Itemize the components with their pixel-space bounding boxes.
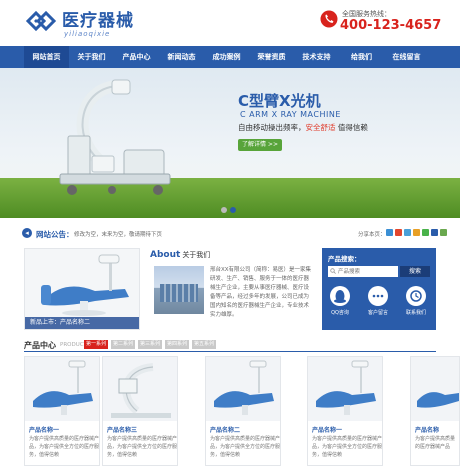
product-desc: 为客户提供高质量的医疗器械产品	[415, 436, 456, 450]
about-title[interactable]: About 关于我们	[150, 250, 210, 260]
product-card[interactable]: 产品名称一 为客户提供高质量的医疗器械产品，为客户提供全方位的医疗服务，值得信赖	[307, 356, 383, 466]
product-image[interactable]	[25, 357, 99, 421]
banner-slogan-part3: 值得信赖	[337, 123, 368, 132]
product-desc: 为客户提供高质量的医疗器械产品，为客户提供全方位的医疗服务，值得信赖	[107, 436, 178, 458]
product-image[interactable]	[308, 357, 382, 421]
featured-caption[interactable]: 新品上市：产品名称二	[25, 317, 139, 329]
nav-item-products[interactable]: 产品中心	[114, 46, 159, 68]
nav-item-support[interactable]: 技术支持	[294, 46, 339, 68]
product-desc: 为客户提供高质量的医疗器械产品，为客户提供全方位的医疗服务，值得信赖	[210, 436, 281, 458]
notice-icon: ◂	[22, 228, 32, 238]
product-name[interactable]: 产品名称	[415, 425, 439, 434]
product-name[interactable]: 产品名称一	[29, 425, 59, 434]
product-name[interactable]: 产品名称一	[312, 425, 342, 434]
share-icons	[386, 229, 447, 236]
about-title-cn: 关于我们	[182, 251, 211, 259]
banner-slogan-part2: 安全舒适	[305, 123, 336, 132]
share-douban-icon[interactable]	[431, 229, 438, 236]
tab-series-3[interactable]: 第三系列	[138, 340, 162, 349]
share-wechat-icon[interactable]	[422, 229, 429, 236]
banner-title: C型臂X光机	[238, 92, 321, 110]
slider-dot-2[interactable]	[230, 207, 236, 213]
service-message[interactable]: 客户留言	[366, 286, 390, 316]
products-divider	[24, 351, 436, 352]
service-contact-label: 联系我们	[405, 310, 426, 316]
dental-chair-image	[41, 254, 129, 316]
share-tencent-icon[interactable]	[404, 229, 411, 236]
nav-item-news[interactable]: 新闻动态	[159, 46, 204, 68]
banner-more-button[interactable]: 了解详情 >>	[238, 139, 282, 151]
logo-subtitle: yiliaoqixie	[64, 30, 111, 38]
share-qzone-icon[interactable]	[386, 229, 393, 236]
qq-icon	[330, 286, 350, 306]
product-image[interactable]	[103, 357, 177, 421]
nav-item-honors[interactable]: 荣誉资质	[249, 46, 294, 68]
nav-item-message[interactable]: 在线留言	[384, 46, 429, 68]
notice-text[interactable]: 修改为空，末来为空，敬请期待下页	[74, 230, 162, 238]
products-tabs: 第一系列 第二系列 第三系列 第四系列 第五系列	[84, 340, 216, 349]
banner-slogan-part1: 自由移动操出频率，	[238, 123, 306, 132]
search-title: 产品搜索：	[328, 255, 361, 263]
about-section: About 关于我们 邢台XX有限公司（简称：易医）是一家集研发、生产、销售、服务…	[150, 248, 314, 330]
logo-title[interactable]: 医疗器械	[62, 6, 134, 31]
product-card[interactable]: 产品名称一 为客户提供高质量的医疗器械产品，为客户提供全方位的医疗服务，值得信赖	[24, 356, 100, 466]
banner-subtitle: C ARM X RAY MACHINE	[240, 110, 341, 119]
tab-series-1[interactable]: 第一系列	[84, 340, 108, 349]
notice-bar: ◂ 网站公告： 修改为空，末来为空，敬请期待下页 分享本页：	[22, 226, 447, 242]
share-weibo-icon[interactable]	[395, 229, 402, 236]
search-panel: 产品搜索： 搜索 QQ咨询 客户留言 联系我们	[322, 248, 436, 330]
message-icon	[368, 286, 388, 306]
products-title[interactable]: 产品中心	[24, 340, 56, 351]
logo-icon[interactable]	[24, 6, 58, 36]
product-image[interactable]	[206, 357, 280, 421]
nav-item-contact[interactable]: 给我们	[339, 46, 384, 68]
search-input[interactable]	[328, 266, 398, 277]
nav-item-cases[interactable]: 成功案例	[204, 46, 249, 68]
product-desc: 为客户提供高质量的医疗器械产品，为客户提供全方位的医疗服务，值得信赖	[312, 436, 383, 458]
phone-icon	[320, 10, 338, 28]
share-renren-icon[interactable]	[413, 229, 420, 236]
about-title-en: About	[150, 250, 181, 260]
service-qq-label: QQ咨询	[331, 310, 349, 316]
product-card[interactable]: 产品名称三 为客户提供高质量的医疗器械产品，为客户提供全方位的医疗服务，值得信赖	[102, 356, 178, 466]
hotline-number: 400-123-4657	[340, 18, 442, 33]
product-name[interactable]: 产品名称三	[107, 425, 137, 434]
tab-series-4[interactable]: 第四系列	[165, 340, 189, 349]
service-message-label: 客户留言	[367, 310, 388, 316]
company-building-image[interactable]	[154, 266, 204, 314]
nav-item-home[interactable]: 网站首页	[24, 46, 69, 68]
product-image[interactable]	[411, 357, 459, 421]
share-more-icon[interactable]	[440, 229, 447, 236]
product-desc: 为客户提供高质量的医疗器械产品，为客户提供全方位的医疗服务，值得信赖	[29, 436, 100, 458]
contact-icon	[406, 286, 426, 306]
nav-item-about[interactable]: 关于我们	[69, 46, 114, 68]
tab-series-2[interactable]: 第二系列	[111, 340, 135, 349]
share-label: 分享本页：	[358, 232, 386, 238]
service-qq[interactable]: QQ咨询	[328, 286, 352, 316]
hero-banner[interactable]: C型臂X光机 C ARM X RAY MACHINE 自由移动操出频率，安全舒适…	[0, 68, 460, 218]
tab-series-5[interactable]: 第五系列	[192, 340, 216, 349]
banner-slogan: 自由移动操出频率，安全舒适 值得信赖	[238, 122, 368, 133]
main-nav: 网站首页 关于我们 产品中心 新闻动态 成功案例 荣誉资质 技术支持 给我们 在…	[0, 46, 460, 68]
product-name[interactable]: 产品名称二	[210, 425, 240, 434]
search-icon	[330, 268, 336, 274]
about-text: 邢台XX有限公司（简称：易医）是一家集研发、生产、销售、服务于一体的医疗器械生产…	[210, 267, 312, 318]
search-button[interactable]: 搜索	[400, 266, 430, 277]
site-header: 医疗器械 yiliaoqixie 全国服务热线： 400-123-4657	[0, 0, 460, 44]
product-card[interactable]: 产品名称二 为客户提供高质量的医疗器械产品，为客户提供全方位的医疗服务，值得信赖	[205, 356, 281, 466]
featured-product[interactable]: 新品上市：产品名称二	[24, 248, 140, 330]
c-arm-xray-image	[59, 79, 171, 195]
service-contact[interactable]: 联系我们	[404, 286, 428, 316]
notice-label: 网站公告：	[36, 230, 74, 239]
slider-dot-1[interactable]	[221, 207, 227, 213]
product-card[interactable]: 产品名称 为客户提供高质量的医疗器械产品	[410, 356, 460, 466]
